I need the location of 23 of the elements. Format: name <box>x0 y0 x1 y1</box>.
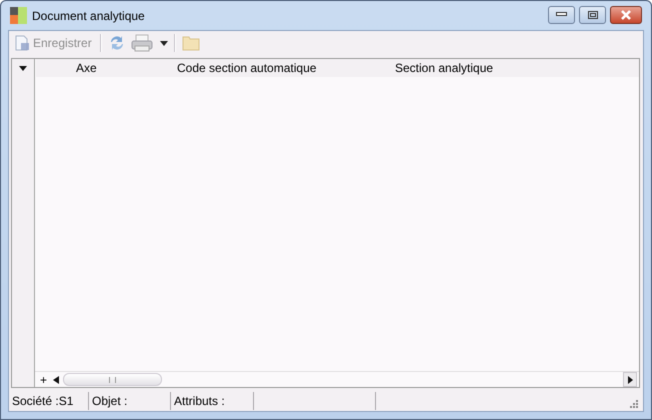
app-icon <box>10 7 27 24</box>
status-panel: Société :S1 <box>11 392 89 410</box>
scrollbar-thumb[interactable] <box>63 373 162 386</box>
add-row-button[interactable]: + <box>38 372 50 386</box>
dropdown-icon[interactable] <box>19 66 27 70</box>
right-arrow-icon <box>628 376 632 384</box>
status-panel: Attributs : <box>171 392 254 410</box>
maximize-icon <box>588 10 598 18</box>
minimize-button[interactable] <box>548 6 575 24</box>
column-header[interactable]: Code section automatique <box>173 59 391 77</box>
maximize-button[interactable] <box>579 6 606 24</box>
window-title: Document analytique <box>32 8 145 22</box>
minimize-icon <box>556 12 567 17</box>
status-panel: Objet : <box>89 392 171 410</box>
scroll-left-icon[interactable] <box>53 376 60 384</box>
save-icon <box>14 35 30 51</box>
column-header[interactable]: Section analytique <box>391 59 639 77</box>
close-button[interactable] <box>610 6 642 24</box>
caret-icon[interactable] <box>160 40 168 46</box>
resize-grip-icon[interactable] <box>629 399 638 408</box>
scroll-right-button[interactable] <box>623 372 637 387</box>
column-header[interactable]: Axe <box>36 59 173 77</box>
close-icon <box>620 10 632 20</box>
